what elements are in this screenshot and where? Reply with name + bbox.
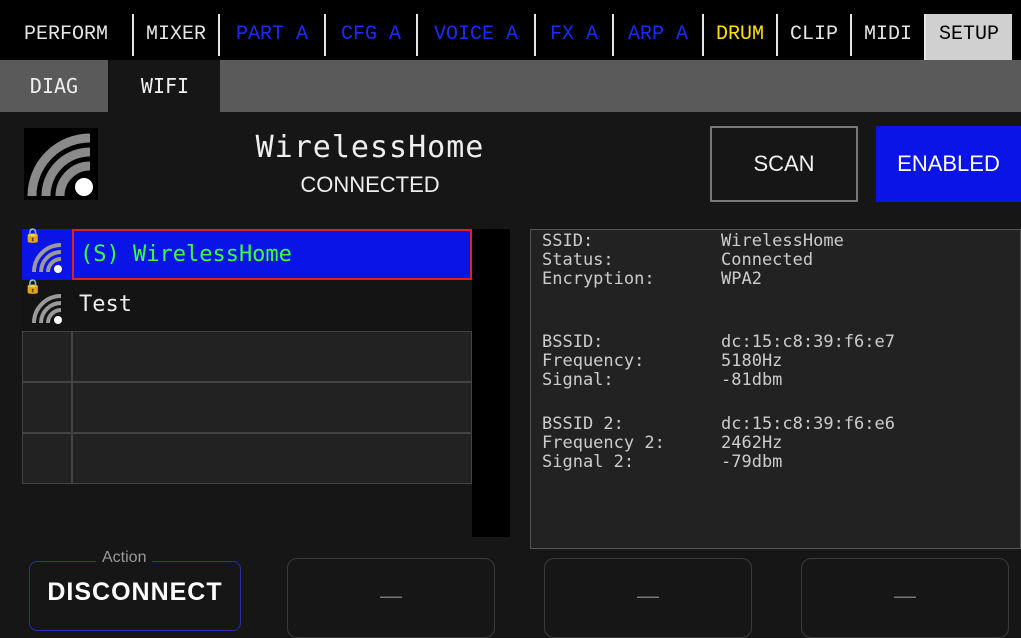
- network-row[interactable]: [22, 433, 472, 484]
- tab-setup[interactable]: SETUP: [924, 14, 1012, 60]
- lock-icon: 🔒: [24, 228, 42, 244]
- signal-label: Signal:: [542, 370, 614, 390]
- encryption-label: Encryption:: [542, 269, 655, 289]
- tab-voice-a[interactable]: VOICE A: [416, 14, 534, 56]
- encryption-value: WPA2: [721, 269, 762, 289]
- scan-button[interactable]: SCAN: [710, 126, 858, 202]
- signal-value: -81dbm: [721, 370, 783, 390]
- soft-button-2-label: —: [380, 583, 402, 608]
- tab-mixer[interactable]: MIXER: [132, 14, 218, 56]
- wifi-icon: [32, 243, 62, 273]
- frequency-value: 5180Hz: [721, 351, 783, 371]
- status-value: Connected: [721, 250, 814, 270]
- network-row[interactable]: [22, 331, 472, 382]
- disconnect-button[interactable]: DISCONNECT: [29, 578, 241, 607]
- current-ssid-title: WirelessHome: [255, 130, 485, 165]
- soft-button-4[interactable]: —: [801, 558, 1009, 638]
- bssid-label: BSSID:: [542, 332, 604, 352]
- soft-button-3-label: —: [637, 583, 659, 608]
- action-label: Action: [96, 549, 153, 567]
- tab-part-a[interactable]: PART A: [218, 14, 324, 56]
- tab-arp-a[interactable]: ARP A: [612, 14, 702, 56]
- tab-fx-a[interactable]: FX A: [534, 14, 612, 56]
- sub-tab-bar: DIAG WIFI: [0, 60, 1021, 112]
- lock-icon: 🔒: [24, 279, 42, 295]
- top-tab-bar: PERFORM MIXER PART A CFG A VOICE A FX A …: [0, 0, 1021, 60]
- bssid-value: dc:15:c8:39:f6:e7: [721, 332, 895, 352]
- status-label: Status:: [542, 250, 614, 270]
- network-row[interactable]: 🔒 Test: [22, 280, 472, 331]
- frequency2-value: 2462Hz: [721, 433, 783, 453]
- network-icon-cell: 🔒: [22, 229, 72, 280]
- network-icon-cell: [22, 331, 72, 382]
- tab-cfg-a[interactable]: CFG A: [324, 14, 416, 56]
- network-name: [72, 433, 472, 484]
- ssid-label: SSID:: [542, 231, 594, 251]
- wifi-icon: [32, 294, 62, 324]
- bssid2-value: dc:15:c8:39:f6:e6: [721, 414, 895, 434]
- frequency2-label: Frequency 2:: [542, 433, 665, 453]
- tab-perform[interactable]: PERFORM: [0, 14, 132, 56]
- tab-diag[interactable]: DIAG: [0, 60, 110, 112]
- wifi-icon: [24, 128, 98, 200]
- soft-button-3[interactable]: —: [544, 558, 752, 638]
- network-name: (S) WirelessHome: [72, 229, 472, 280]
- network-icon-cell: [22, 382, 72, 433]
- network-name: Test: [72, 280, 472, 331]
- wifi-enabled-toggle[interactable]: ENABLED: [876, 126, 1021, 202]
- tab-wifi[interactable]: WIFI: [110, 60, 220, 112]
- frequency-label: Frequency:: [542, 351, 645, 371]
- network-row[interactable]: 🔒 (S) WirelessHome: [22, 229, 472, 280]
- network-icon-cell: 🔒: [22, 280, 72, 331]
- network-name: [72, 331, 472, 382]
- network-row[interactable]: [22, 382, 472, 433]
- network-details-panel: SSID: WirelessHome Status: Connected Enc…: [530, 229, 1021, 549]
- network-name: [72, 382, 472, 433]
- tab-clip[interactable]: CLIP: [776, 14, 850, 56]
- tab-midi[interactable]: MIDI: [850, 14, 924, 56]
- signal2-label: Signal 2:: [542, 452, 635, 472]
- network-icon-cell: [22, 433, 72, 484]
- network-list-scrollbar[interactable]: [472, 229, 510, 537]
- soft-button-2[interactable]: —: [287, 558, 495, 638]
- ssid-value: WirelessHome: [721, 231, 844, 251]
- soft-button-4-label: —: [894, 583, 916, 608]
- tab-drum[interactable]: DRUM: [702, 14, 776, 56]
- bssid2-label: BSSID 2:: [542, 414, 624, 434]
- connection-status: CONNECTED: [300, 172, 440, 197]
- signal2-value: -79dbm: [721, 452, 783, 472]
- network-list: 🔒 (S) WirelessHome 🔒 Test: [22, 229, 472, 486]
